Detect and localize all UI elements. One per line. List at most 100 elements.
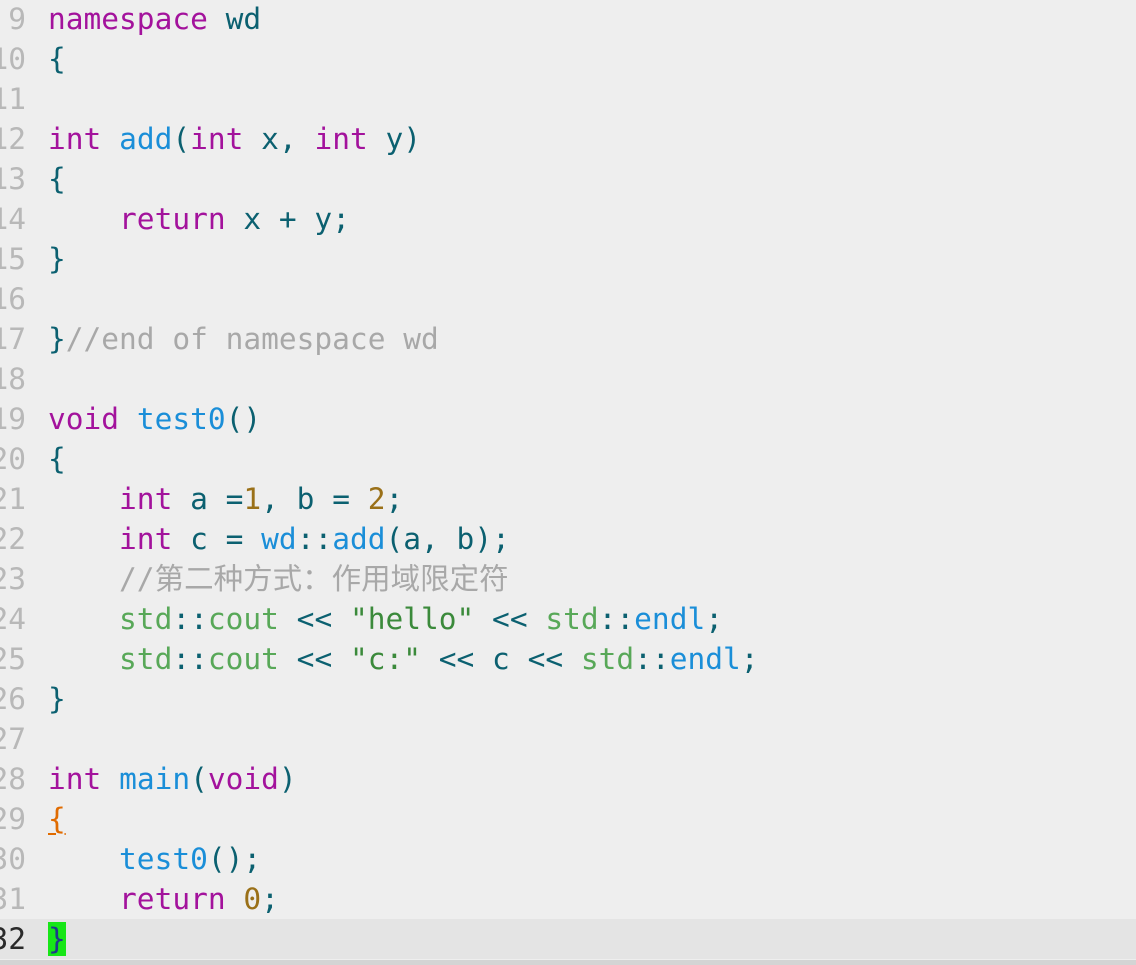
code-line[interactable]: 20 { [0, 439, 1136, 479]
code-token: ; [385, 482, 404, 516]
code-line[interactable]: 28 int main(void) [0, 759, 1136, 799]
line-code[interactable]: return x + y; [48, 199, 350, 239]
code-token: (a, b); [385, 522, 510, 556]
line-number: 22 [0, 522, 26, 556]
code-token: ; [261, 882, 279, 916]
code-token: main [119, 762, 191, 796]
code-keyword: int [48, 762, 102, 796]
line-number: 23 [0, 562, 26, 596]
line-code[interactable]: int main(void) [48, 759, 297, 799]
line-code[interactable]: int a =1, b = 2; [48, 479, 403, 519]
line-code[interactable]: void test0() [48, 399, 261, 439]
code-keyword: int [314, 122, 368, 156]
code-line[interactable]: 21 int a =1, b = 2; [0, 479, 1136, 519]
code-line[interactable]: 26} [0, 679, 1136, 719]
line-code[interactable]: { [48, 799, 66, 839]
code-line[interactable]: 18 [0, 359, 1136, 399]
line-code[interactable]: std::cout << "hello" << std::endl; [48, 599, 723, 639]
line-number: 31 [0, 882, 26, 916]
line-code[interactable]: } [48, 679, 66, 719]
code-line[interactable]: 10 { [0, 39, 1136, 79]
code-lines[interactable]: 9namespace wd10{1112int add(int x, int y… [0, 0, 1136, 959]
code-keyword: int [119, 482, 173, 516]
code-token: c = [172, 522, 262, 556]
code-token: :: [634, 642, 670, 676]
code-line[interactable]: 25 std::cout << "c:" << c << std::endl; [0, 639, 1136, 679]
line-code[interactable]: { [48, 159, 66, 199]
line-number: 15 [0, 242, 26, 276]
line-code[interactable]: { [48, 439, 66, 479]
code-token: std [580, 642, 635, 676]
text-cursor: } [48, 922, 66, 956]
code-token: ( [172, 122, 191, 156]
code-token: << [278, 602, 350, 636]
line-number: 14 [0, 202, 26, 236]
code-keyword: return [119, 882, 226, 916]
code-line[interactable]: 9 namespace wd [0, 0, 1136, 39]
line-number: 24 [0, 602, 26, 636]
line-number: 21 [0, 482, 26, 516]
code-line[interactable]: 12int add(int x, int y) [0, 119, 1136, 159]
line-code[interactable]: } [48, 239, 66, 279]
code-keyword: namespace [48, 2, 208, 36]
line-code[interactable]: std::cout << "c:" << c << std::endl; [48, 639, 759, 679]
code-keyword: void [48, 402, 120, 436]
code-line[interactable]: 31 return 0; [0, 879, 1136, 919]
code-token: wd [261, 522, 297, 556]
code-line[interactable]: 13 { [0, 159, 1136, 199]
code-line[interactable]: 11 [0, 79, 1136, 119]
line-number: 13 [0, 162, 26, 196]
line-number: 16 [0, 282, 26, 316]
line-code[interactable]: } [48, 919, 66, 959]
line-code[interactable]: test0(); [48, 839, 261, 879]
line-code[interactable]: int c = wd::add(a, b); [48, 519, 510, 559]
code-token: y) [367, 122, 422, 156]
line-number: 32 [0, 922, 26, 956]
code-token: std [119, 602, 173, 636]
code-line[interactable]: 27 [0, 719, 1136, 759]
code-token: (); [207, 842, 262, 876]
line-number: 10 [0, 42, 26, 76]
line-code[interactable]: namespace wd [48, 0, 261, 39]
code-line-current[interactable]: 32} [0, 919, 1136, 959]
code-token: cout [207, 642, 279, 676]
line-code[interactable]: }//end of namespace wd [48, 319, 439, 359]
line-number: 19 [0, 402, 26, 436]
code-line[interactable]: 24 std::cout << "hello" << std::endl; [0, 599, 1136, 639]
line-number: 29 [0, 802, 26, 836]
code-line[interactable]: 19 void test0() [0, 399, 1136, 439]
code-token: test0 [119, 842, 208, 876]
code-token: ; [705, 602, 723, 636]
code-line[interactable]: 30 test0(); [0, 839, 1136, 879]
code-token: { [48, 162, 66, 196]
code-token: test0 [136, 402, 226, 436]
code-line[interactable]: 16 [0, 279, 1136, 319]
code-keyword: void [207, 762, 279, 796]
line-number: 9 [8, 2, 26, 36]
line-code[interactable]: { [48, 39, 66, 79]
code-line[interactable]: 15} [0, 239, 1136, 279]
code-token: ; [740, 642, 759, 676]
line-code[interactable]: //第二种方式：作用域限定符 [48, 559, 509, 599]
code-token: << [474, 602, 546, 636]
code-token: ) [278, 762, 297, 796]
line-code[interactable]: return 0; [48, 879, 279, 919]
line-number: 25 [0, 642, 26, 676]
code-token: } [48, 322, 66, 356]
line-code[interactable]: int add(int x, int y) [48, 119, 421, 159]
code-editor[interactable]: 9namespace wd10{1112int add(int x, int y… [0, 0, 1136, 965]
code-line[interactable]: 23 //第二种方式：作用域限定符 [0, 559, 1136, 599]
code-line[interactable]: 22 int c = wd::add(a, b); [0, 519, 1136, 559]
code-line[interactable]: 17 }//end of namespace wd [0, 319, 1136, 359]
code-line[interactable]: 29 { [0, 799, 1136, 839]
code-line[interactable]: 14 return x + y; [0, 199, 1136, 239]
line-number: 17 [0, 322, 26, 356]
